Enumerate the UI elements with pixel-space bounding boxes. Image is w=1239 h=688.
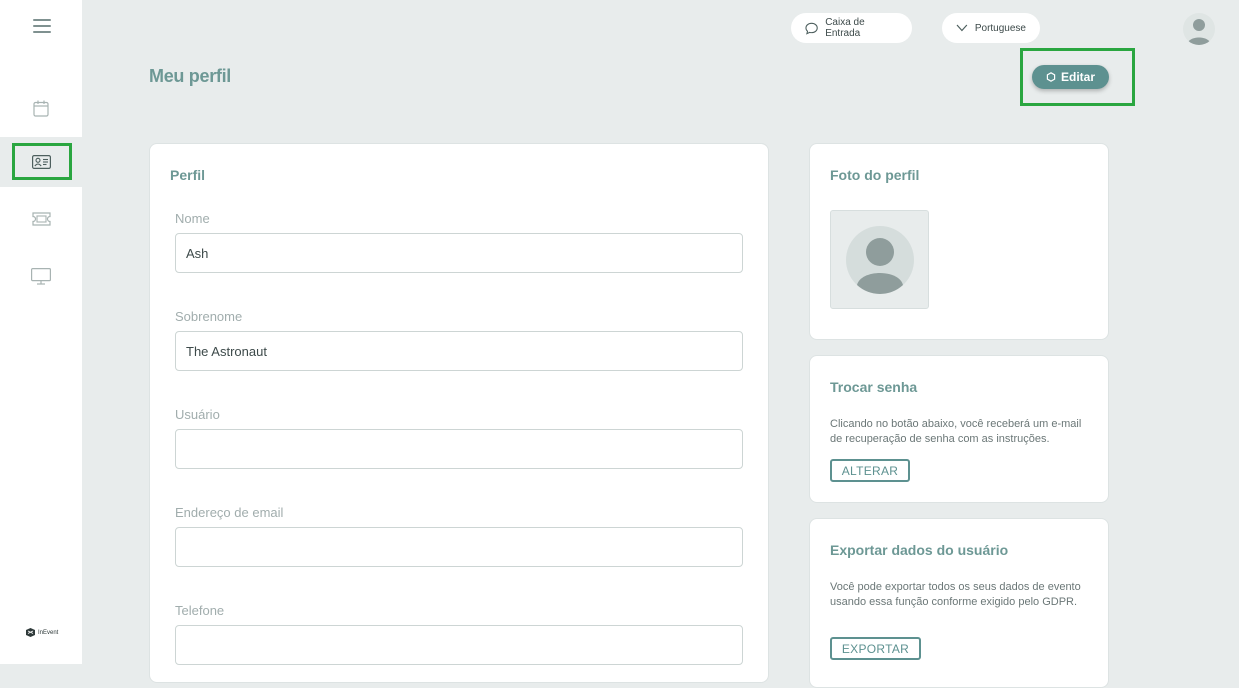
phone-field[interactable] bbox=[175, 625, 743, 665]
language-label: Portuguese bbox=[974, 22, 1026, 34]
profile-card: Perfil Nome Sobrenome Usuário Endereço d… bbox=[149, 143, 769, 683]
sidebar: InEvent bbox=[0, 0, 82, 664]
ticket-icon[interactable] bbox=[29, 207, 53, 231]
last-name-label: Sobrenome bbox=[175, 309, 243, 324]
profile-photo[interactable] bbox=[830, 210, 929, 309]
menu-icon[interactable] bbox=[33, 19, 51, 35]
username-field[interactable] bbox=[175, 429, 743, 469]
user-avatar-icon bbox=[846, 226, 914, 294]
username-label: Usuário bbox=[175, 407, 220, 422]
export-button[interactable]: EXPORTAR bbox=[830, 637, 921, 660]
inbox-label: Caixa de Entrada bbox=[825, 17, 865, 39]
monitor-icon[interactable] bbox=[29, 264, 53, 288]
chat-icon bbox=[805, 22, 818, 35]
photo-card-title: Foto do perfil bbox=[830, 167, 920, 183]
sidebar-notch bbox=[57, 187, 82, 212]
export-card-title: Exportar dados do usuário bbox=[830, 542, 1009, 558]
language-select[interactable]: Portuguese bbox=[942, 13, 1040, 43]
first-name-field[interactable] bbox=[175, 233, 743, 273]
edit-highlight-box bbox=[1020, 48, 1135, 106]
first-name-label: Nome bbox=[175, 211, 210, 226]
email-field[interactable] bbox=[175, 527, 743, 567]
last-name-field[interactable] bbox=[175, 331, 743, 371]
user-avatar-icon[interactable] bbox=[1183, 13, 1215, 45]
phone-label: Telefone bbox=[175, 603, 225, 618]
photo-card: Foto do perfil bbox=[809, 143, 1109, 340]
password-card: Trocar senha Clicando no botão abaixo, v… bbox=[809, 355, 1109, 503]
export-description: Você pode exportar todos os seus dados d… bbox=[830, 581, 1081, 608]
inbox-button[interactable]: Caixa de Entrada bbox=[791, 13, 912, 43]
export-card: Exportar dados do usuário Você pode expo… bbox=[809, 518, 1109, 688]
chevron-down-icon bbox=[956, 24, 968, 32]
password-description: Clicando no botão abaixo, você receberá … bbox=[830, 418, 1082, 445]
calendar-icon[interactable] bbox=[29, 96, 53, 120]
profile-card-title: Perfil bbox=[170, 167, 206, 183]
sidebar-highlight-box bbox=[12, 143, 72, 180]
password-card-title: Trocar senha bbox=[830, 379, 918, 395]
change-password-button[interactable]: ALTERAR bbox=[830, 459, 910, 482]
brand-logo: InEvent bbox=[25, 627, 58, 638]
email-label: Endereço de email bbox=[175, 505, 284, 520]
brand-name: InEvent bbox=[38, 629, 59, 636]
sidebar-notch bbox=[57, 112, 82, 137]
page-title: Meu perfil bbox=[149, 66, 232, 86]
